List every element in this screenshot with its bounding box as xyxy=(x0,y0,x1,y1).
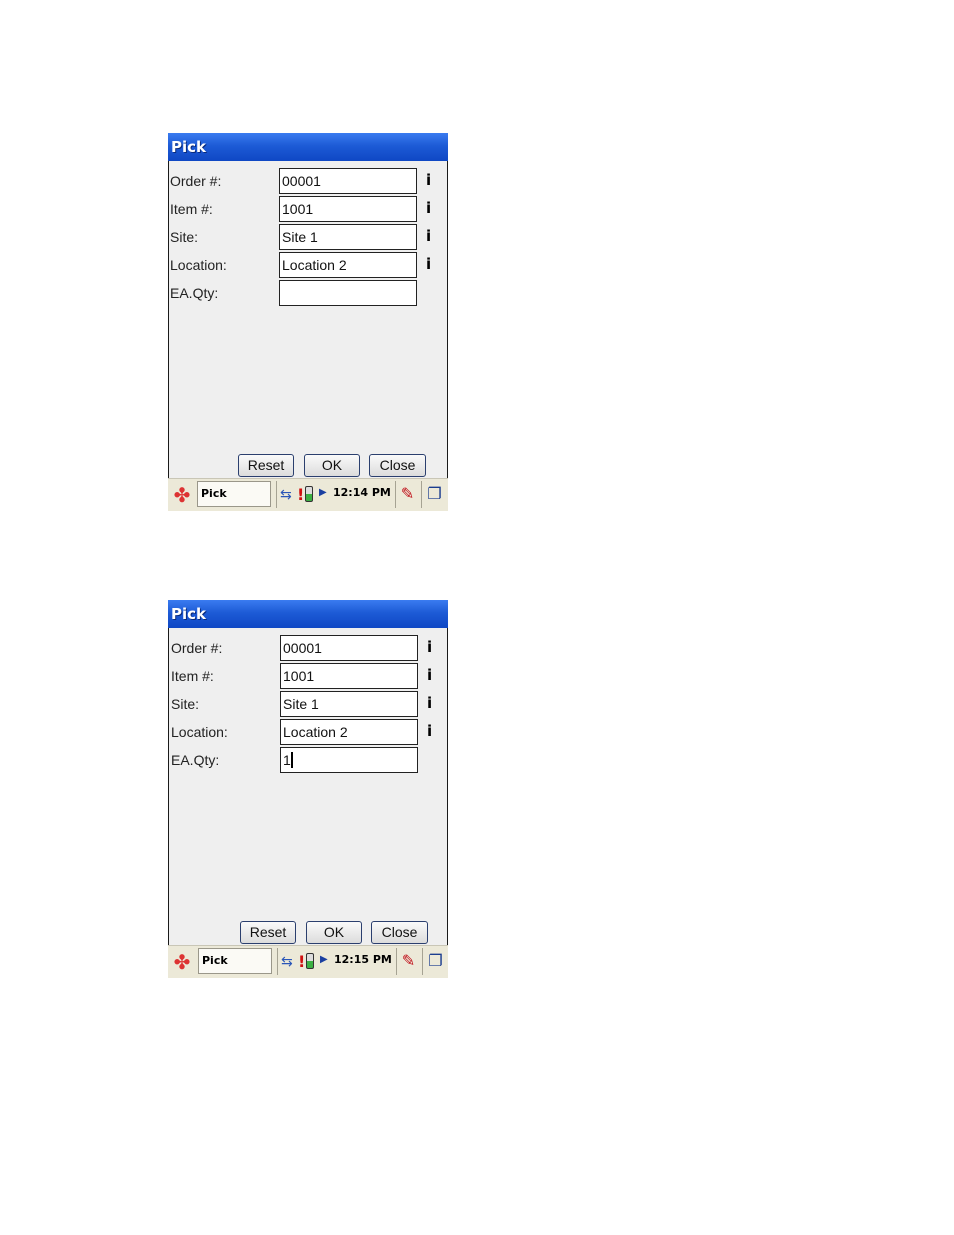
order-field[interactable]: 00001 xyxy=(280,635,418,661)
window-title: Pick xyxy=(168,600,448,628)
reset-button[interactable]: Reset xyxy=(240,921,296,944)
pick-screen-2: Pick Order #: 00001 i Item #: 1001 i Sit… xyxy=(168,600,448,978)
item-field[interactable]: 1001 xyxy=(280,663,418,689)
clock[interactable]: 12:14 PM xyxy=(333,486,391,499)
ok-button[interactable]: OK xyxy=(306,921,362,944)
site-label: Site: xyxy=(170,229,199,245)
system-tray: ⇆ ! ▶ 12:15 PM xyxy=(277,948,395,975)
order-label: Order #: xyxy=(171,640,223,656)
order-label: Order #: xyxy=(170,173,222,189)
site-field[interactable]: Site 1 xyxy=(280,691,418,717)
site-info-icon[interactable]: i xyxy=(427,694,432,712)
location-field[interactable]: Location 2 xyxy=(280,719,418,745)
order-field[interactable]: 00001 xyxy=(279,168,417,194)
keyboard-icon[interactable]: ✎ xyxy=(396,948,420,975)
keyboard-icon[interactable]: ✎ xyxy=(395,481,419,508)
taskbar: ✤ Pick ⇆ ! ▶ 12:15 PM ✎ ❐ xyxy=(168,945,448,978)
item-label: Item #: xyxy=(171,668,214,684)
order-info-icon[interactable]: i xyxy=(427,638,432,656)
qty-value: 1 xyxy=(283,752,291,768)
tray-expand-icon[interactable]: ▶ xyxy=(319,487,327,498)
qty-label: EA.Qty: xyxy=(171,752,220,768)
text-cursor xyxy=(290,752,293,768)
location-field[interactable]: Location 2 xyxy=(279,252,417,278)
clock[interactable]: 12:15 PM xyxy=(334,953,392,966)
location-info-icon[interactable]: i xyxy=(427,722,432,740)
item-field[interactable]: 1001 xyxy=(279,196,417,222)
location-label: Location: xyxy=(171,724,228,740)
ok-button[interactable]: OK xyxy=(304,454,360,477)
item-info-icon[interactable]: i xyxy=(426,199,431,217)
qty-field[interactable]: 1 xyxy=(280,747,418,773)
location-info-icon[interactable]: i xyxy=(426,255,431,273)
location-label: Location: xyxy=(170,257,227,273)
item-label: Item #: xyxy=(170,201,213,217)
pick-screen-1: Pick Order #: 00001 i Item #: 1001 i Sit… xyxy=(168,133,448,511)
pick-form: Order #: 00001 i Item #: 1001 i Site: Si… xyxy=(168,161,448,478)
windows-start-icon[interactable]: ✤ xyxy=(170,950,194,974)
site-label: Site: xyxy=(171,696,200,712)
windows-start-icon[interactable]: ✤ xyxy=(170,483,194,507)
window-switch-icon[interactable]: ❐ xyxy=(421,481,447,508)
window-switch-icon[interactable]: ❐ xyxy=(422,948,448,975)
system-tray: ⇆ ! ▶ 12:14 PM xyxy=(276,481,394,508)
warning-icon[interactable]: ! xyxy=(297,485,304,504)
warning-icon[interactable]: ! xyxy=(298,952,305,971)
close-button[interactable]: Close xyxy=(371,921,428,944)
qty-label: EA.Qty: xyxy=(170,285,219,301)
site-info-icon[interactable]: i xyxy=(426,227,431,245)
network-icon[interactable]: ⇆ xyxy=(281,954,293,970)
order-info-icon[interactable]: i xyxy=(426,171,431,189)
taskbar-pick-button[interactable]: Pick xyxy=(197,481,271,507)
taskbar-pick-button[interactable]: Pick xyxy=(198,948,272,974)
battery-icon[interactable] xyxy=(305,486,313,502)
tray-expand-icon[interactable]: ▶ xyxy=(320,954,328,965)
battery-icon[interactable] xyxy=(306,953,314,969)
window-title: Pick xyxy=(168,133,448,161)
item-info-icon[interactable]: i xyxy=(427,666,432,684)
taskbar: ✤ Pick ⇆ ! ▶ 12:14 PM ✎ ❐ xyxy=(168,478,448,511)
qty-field[interactable] xyxy=(279,280,417,306)
reset-button[interactable]: Reset xyxy=(238,454,294,477)
network-icon[interactable]: ⇆ xyxy=(280,487,292,503)
pick-form: Order #: 00001 i Item #: 1001 i Site: Si… xyxy=(168,628,448,945)
site-field[interactable]: Site 1 xyxy=(279,224,417,250)
close-button[interactable]: Close xyxy=(369,454,426,477)
